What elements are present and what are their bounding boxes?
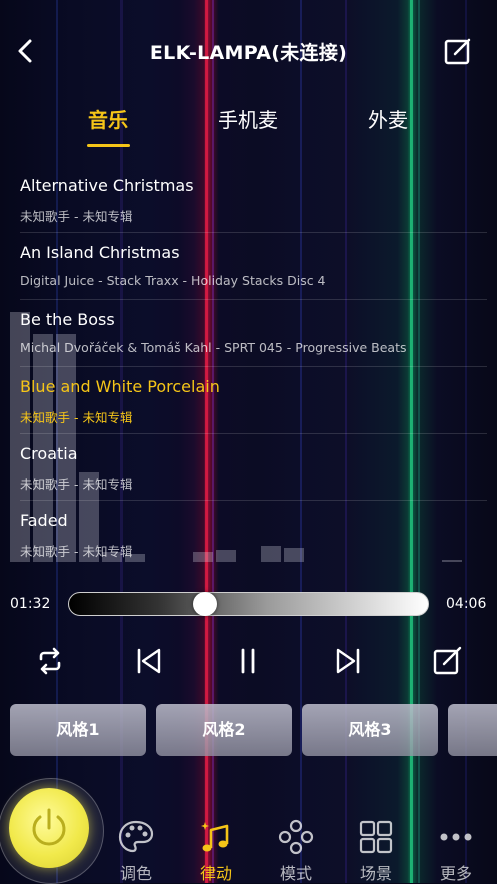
nav-item-more[interactable]: 更多 (426, 818, 486, 884)
tab-music[interactable]: 音乐 (58, 104, 158, 133)
header: ELK-LAMPA(未连接) (0, 0, 497, 100)
style-button-2[interactable]: 风格2 (156, 704, 292, 756)
tab-phone-mic[interactable]: 手机麦 (198, 104, 298, 133)
song-meta: Michal Dvořáček & Tomáš Kahl - SPRT 045 … (20, 340, 407, 355)
progress-slider-thumb[interactable] (192, 592, 217, 616)
tab-bar: 音乐 手机麦 外麦 (0, 100, 497, 150)
song-title: An Island Christmas (20, 243, 180, 262)
nav-label: 模式 (279, 864, 312, 883)
nav-label: 调色 (119, 864, 152, 883)
song-meta: 未知歌手 - 未知专辑 (20, 410, 133, 425)
total-time: 04:06 (446, 596, 487, 612)
song-title: Be the Boss (20, 310, 115, 329)
nav-item-scene[interactable]: 场景 (346, 818, 406, 884)
edit-icon[interactable] (443, 36, 473, 66)
list-item[interactable]: An Island Christmas Digital Juice - Stac… (20, 232, 487, 300)
power-icon (32, 808, 66, 846)
song-title: Blue and White Porcelain (20, 377, 220, 396)
list-item[interactable]: Alternative Christmas 未知歌手 - 未知专辑 (20, 165, 487, 233)
more-icon (440, 833, 472, 841)
nav-label: 更多 (439, 864, 472, 883)
progress-slider[interactable] (68, 592, 429, 616)
music-notes-icon (201, 822, 229, 852)
repeat-icon[interactable] (34, 645, 66, 677)
song-list: Alternative Christmas 未知歌手 - 未知专辑 An Isl… (0, 165, 497, 565)
style-button-3[interactable]: 风格3 (302, 704, 438, 756)
current-time: 01:32 (10, 596, 51, 612)
list-item[interactable]: Croatia 未知歌手 - 未知专辑 (20, 433, 487, 501)
tab-external-mic[interactable]: 外麦 (338, 104, 438, 133)
nav-item-rhythm[interactable]: 律动 (186, 818, 246, 884)
nav-item-mode[interactable]: 模式 (266, 818, 326, 884)
edit-icon[interactable] (432, 645, 464, 677)
list-item[interactable]: Faded 未知歌手 - 未知专辑 (20, 500, 487, 565)
song-meta: 未知歌手 - 未知专辑 (20, 209, 133, 224)
style-button-4-partial[interactable] (448, 704, 497, 756)
list-item[interactable]: Be the Boss Michal Dvořáček & Tomáš Kahl… (20, 299, 487, 367)
song-meta: 未知歌手 - 未知专辑 (20, 544, 133, 559)
next-icon[interactable] (332, 645, 364, 677)
power-button[interactable] (9, 788, 89, 868)
song-meta: 未知歌手 - 未知专辑 (20, 477, 133, 492)
pause-icon[interactable] (232, 645, 264, 677)
grid-icon (359, 820, 393, 854)
song-title: Alternative Christmas (20, 176, 194, 195)
nav-label: 律动 (199, 864, 232, 883)
previous-icon[interactable] (133, 645, 165, 677)
song-title: Croatia (20, 444, 78, 463)
nav-label: 场景 (359, 864, 392, 883)
list-item-playing[interactable]: Blue and White Porcelain 未知歌手 - 未知专辑 (20, 366, 487, 434)
song-title: Faded (20, 511, 68, 530)
page-title: ELK-LAMPA(未连接) (149, 42, 348, 64)
palette-icon (118, 820, 154, 853)
tab-active-indicator (87, 144, 130, 147)
style-button-1[interactable]: 风格1 (10, 704, 146, 756)
song-meta: Digital Juice - Stack Traxx - Holiday St… (20, 273, 326, 288)
nav-item-color[interactable]: 调色 (106, 818, 166, 884)
mode-icon (278, 819, 314, 855)
style-presets: 风格1 风格2 风格3 (0, 704, 497, 758)
